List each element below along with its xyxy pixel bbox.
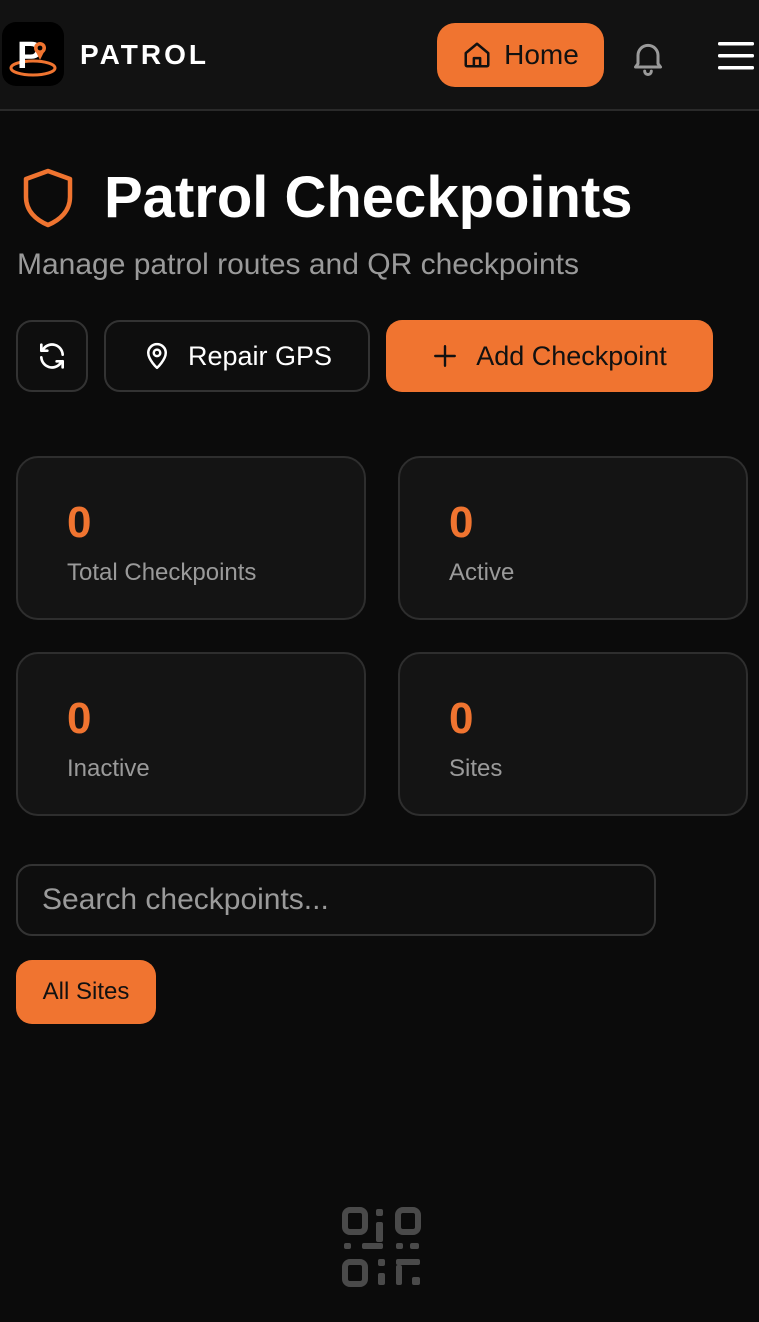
stat-value: 0 [449, 694, 474, 743]
logo-icon: P [9, 35, 57, 77]
filter-all-sites[interactable]: All Sites [16, 960, 156, 1024]
repair-gps-label: Repair GPS [187, 340, 333, 371]
home-icon [464, 42, 490, 68]
shield-icon [23, 168, 73, 228]
menu-icon[interactable] [716, 38, 756, 74]
top-header: P PATROL Home [0, 0, 759, 111]
home-button[interactable]: Home [437, 23, 604, 87]
stat-label: Inactive [67, 755, 150, 782]
refresh-button[interactable] [16, 320, 88, 392]
stat-card-sites: 0 Sites [398, 652, 748, 816]
add-checkpoint-label: Add Checkpoint [476, 340, 667, 371]
stat-card-total: 0 Total Checkpoints [16, 456, 366, 620]
page-title: Patrol Checkpoints [104, 165, 633, 230]
qr-code-icon [342, 1207, 421, 1287]
stat-card-active: 0 Active [398, 456, 748, 620]
stat-card-inactive: 0 Inactive [16, 652, 366, 816]
refresh-icon [40, 343, 64, 369]
add-checkpoint-button[interactable]: Add Checkpoint [386, 320, 713, 392]
plus-icon [434, 345, 457, 367]
stat-value: 0 [67, 498, 92, 547]
stat-value: 0 [449, 498, 474, 547]
stat-label: Total Checkpoints [67, 559, 257, 586]
patrol-checkpoints-page: P PATROL Home Patrol Checkpoints Manage … [0, 0, 759, 1322]
stat-label: Active [449, 559, 515, 586]
home-button-label: Home [504, 39, 579, 70]
page-subtitle: Manage patrol routes and QR checkpoints [17, 248, 579, 281]
repair-gps-button[interactable]: Repair GPS [104, 320, 370, 392]
stat-value: 0 [67, 694, 92, 743]
stat-label: Sites [449, 755, 503, 782]
app-logo[interactable]: P [2, 22, 64, 86]
bell-icon[interactable] [628, 36, 668, 78]
brand-name: PATROL [80, 39, 209, 70]
map-pin-icon [146, 342, 167, 370]
search-input[interactable] [16, 864, 656, 936]
